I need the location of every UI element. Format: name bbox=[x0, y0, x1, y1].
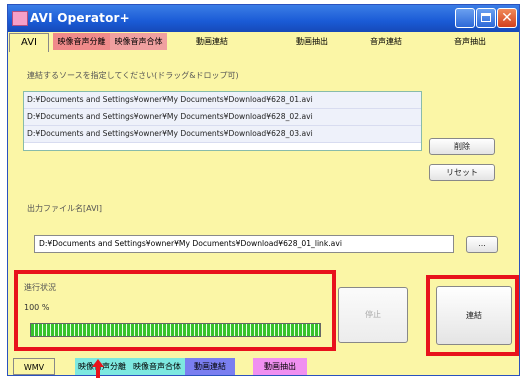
tab-wmv[interactable]: WMV bbox=[13, 358, 55, 375]
minimize-button[interactable] bbox=[455, 8, 475, 28]
tab-av-split[interactable]: 映像音声分離 bbox=[53, 33, 110, 50]
sources-group-label: 連結するソースを指定してください(ドラッグ&ドロップ可) bbox=[27, 71, 239, 80]
bottom-tab-bar: WMV 映像音声分離 映像音声合体 動画連結 動画抽出 bbox=[13, 358, 513, 376]
tab-audio-extract[interactable]: 音声抽出 bbox=[445, 33, 495, 50]
highlight-progress bbox=[14, 270, 336, 351]
tab-video-extract[interactable]: 動画抽出 bbox=[287, 33, 337, 50]
browse-button[interactable]: ... bbox=[466, 236, 498, 253]
list-item[interactable]: D:¥Documents and Settings¥owner¥My Docum… bbox=[24, 92, 421, 109]
tab-wmv-av-merge[interactable]: 映像音声合体 bbox=[129, 358, 185, 375]
pointer-arrow-stem bbox=[96, 366, 100, 378]
tab-audio-join[interactable]: 音声連結 bbox=[361, 33, 411, 50]
app-icon bbox=[12, 11, 28, 26]
highlight-join bbox=[426, 275, 519, 356]
output-filename-field[interactable]: D:¥Documents and Settings¥owner¥My Docum… bbox=[34, 235, 454, 253]
close-button[interactable]: ✕ bbox=[497, 8, 517, 28]
tab-wmv-video-extract[interactable]: 動画抽出 bbox=[253, 358, 307, 375]
app-window: AVI Operator+ ✕ AVI 映像音声分離 映像音声合体 動画連結 動… bbox=[7, 4, 520, 376]
title-bar[interactable]: AVI Operator+ ✕ bbox=[8, 5, 519, 32]
maximize-button[interactable] bbox=[476, 8, 496, 28]
top-tab-bar: AVI 映像音声分離 映像音声合体 動画連結 動画抽出 音声連結 音声抽出 bbox=[9, 33, 520, 52]
tab-wmv-video-join[interactable]: 動画連結 bbox=[185, 358, 235, 375]
tab-video-join[interactable]: 動画連結 bbox=[187, 33, 237, 50]
stop-button[interactable]: 停止 bbox=[338, 287, 408, 343]
delete-button[interactable]: 削除 bbox=[429, 138, 495, 155]
reset-button[interactable]: リセット bbox=[429, 164, 495, 181]
tab-av-merge[interactable]: 映像音声合体 bbox=[110, 33, 167, 50]
window-title: AVI Operator+ bbox=[30, 11, 130, 25]
source-listbox[interactable]: D:¥Documents and Settings¥owner¥My Docum… bbox=[23, 91, 422, 151]
list-item[interactable]: D:¥Documents and Settings¥owner¥My Docum… bbox=[24, 126, 421, 143]
tab-avi[interactable]: AVI bbox=[9, 33, 49, 52]
list-item[interactable]: D:¥Documents and Settings¥owner¥My Docum… bbox=[24, 109, 421, 126]
output-group-label: 出力ファイル名[AVI] bbox=[27, 204, 103, 213]
